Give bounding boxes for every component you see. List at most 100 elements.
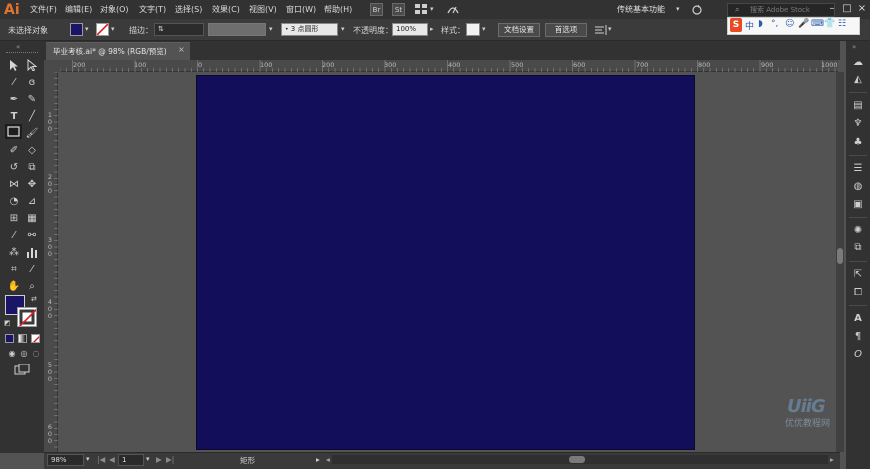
brush-definition-field[interactable]: • 3 点圆形 — [281, 23, 338, 36]
stock-badge[interactable]: St — [392, 3, 405, 16]
panel-collapse-icon[interactable]: « — [16, 43, 20, 51]
chevron-down-icon[interactable]: ▾ — [146, 455, 150, 463]
slice-tool-icon[interactable]: ⁄ — [24, 263, 40, 277]
magic-wand-tool-icon[interactable]: ⁄ — [6, 76, 22, 90]
sync-settings-icon[interactable] — [690, 4, 704, 16]
color-guide-icon[interactable]: ▤ — [851, 99, 865, 113]
width-tool-icon[interactable]: ⋈ — [6, 178, 22, 192]
draw-inside-icon[interactable]: ◌ — [28, 347, 44, 361]
ime-toolbox-icon[interactable]: ☷ — [838, 19, 846, 29]
blend-tool-icon[interactable]: ⚯ — [24, 229, 40, 243]
variable-width-profile[interactable] — [208, 23, 266, 36]
sogou-logo-icon[interactable]: S — [730, 18, 742, 32]
color-mode-icon[interactable] — [5, 334, 14, 343]
ime-voice-icon[interactable]: 🎤 — [798, 19, 809, 29]
export-asset-icon[interactable]: ⇱ — [851, 268, 865, 282]
menu-select[interactable]: 选择(S) — [175, 4, 202, 15]
menu-help[interactable]: 帮助(H) — [324, 4, 352, 15]
chevron-right-icon[interactable]: ▸ — [430, 25, 434, 33]
line-segment-tool-icon[interactable]: ╱ — [24, 110, 40, 124]
stroke-weight-field[interactable]: ⇅ — [154, 23, 204, 36]
gpu-performance-icon[interactable] — [446, 3, 460, 15]
stepper-icon[interactable]: ⇅ — [158, 25, 164, 33]
none-mode-icon[interactable] — [31, 334, 40, 343]
chevron-down-icon[interactable]: ▾ — [269, 25, 273, 33]
column-graph-tool-icon[interactable] — [24, 246, 40, 260]
status-menu-icon[interactable]: ▸ — [316, 455, 320, 464]
chevron-down-icon[interactable]: ▾ — [676, 5, 680, 13]
ime-keyboard-icon[interactable]: ⌨ — [811, 19, 824, 29]
scroll-left-icon[interactable]: ◂ — [326, 455, 330, 464]
direct-selection-tool-icon[interactable] — [24, 58, 40, 73]
mesh-tool-icon[interactable]: ⊞ — [6, 212, 22, 226]
type-tool-icon[interactable]: T — [6, 110, 22, 124]
paragraph-icon[interactable]: ¶ — [851, 330, 865, 344]
appearance-icon[interactable]: ◍ — [851, 180, 865, 194]
arrange-documents-icon[interactable] — [414, 3, 428, 15]
artboard-number-field[interactable]: 1 — [118, 454, 144, 466]
perspective-grid-tool-icon[interactable]: ⊿ — [24, 195, 40, 209]
scale-tool-icon[interactable]: ⧉ — [24, 161, 40, 175]
character-icon[interactable]: A — [851, 312, 865, 326]
screen-mode-icon[interactable] — [14, 363, 30, 378]
graphic-style-swatch[interactable] — [466, 23, 480, 36]
chevron-down-icon[interactable]: ▾ — [341, 25, 345, 33]
rectangle-tool-icon[interactable] — [5, 124, 22, 139]
stroke-panel-icon[interactable]: ☰ — [851, 162, 865, 176]
libraries-icon[interactable]: ☁ — [851, 56, 865, 70]
zoom-level-field[interactable]: 98% — [47, 454, 84, 466]
chevron-down-icon[interactable]: ▾ — [430, 5, 434, 13]
menu-view[interactable]: 视图(V) — [249, 4, 277, 15]
preferences-button[interactable]: 首选项 — [545, 23, 587, 37]
vertical-scroll-thumb[interactable] — [837, 248, 843, 264]
default-fill-stroke-icon[interactable]: ◩ — [4, 319, 11, 327]
layers-icon[interactable]: ⧉ — [851, 241, 865, 255]
document-setup-button[interactable]: 文档设置 — [498, 23, 540, 37]
maximize-icon[interactable]: □ — [841, 1, 853, 17]
brushes-icon[interactable]: ♆ — [851, 117, 865, 131]
ime-halfwidth-icon[interactable]: ◗ — [758, 19, 763, 29]
chevron-down-icon[interactable]: ▾ — [111, 25, 115, 33]
symbols-icon[interactable]: ♣ — [851, 136, 865, 150]
rotate-tool-icon[interactable]: ↺ — [6, 161, 22, 175]
close-icon[interactable]: × — [856, 1, 868, 17]
artboard-tool-icon[interactable]: ⌗ — [6, 263, 22, 277]
close-tab-icon[interactable]: × — [178, 45, 185, 54]
gradient-panel-icon[interactable]: ▣ — [851, 198, 865, 212]
last-artboard-icon[interactable]: ▶| — [166, 455, 174, 464]
shape-builder-tool-icon[interactable]: ◔ — [6, 195, 22, 209]
eraser-tool-icon[interactable]: ◇ — [24, 144, 40, 158]
panel-expand-icon[interactable]: » — [852, 43, 856, 51]
free-transform-tool-icon[interactable]: ✥ — [24, 178, 40, 192]
ime-punctuation-icon[interactable]: °, — [771, 19, 778, 29]
first-artboard-icon[interactable]: |◀ — [97, 455, 105, 464]
panel-grip[interactable] — [6, 52, 38, 55]
gradient-tool-icon[interactable]: ▦ — [24, 212, 40, 226]
stroke-swatch[interactable] — [96, 23, 109, 36]
artboards-panel-icon[interactable]: ⧠ — [851, 286, 865, 300]
stroke-color-box[interactable] — [17, 307, 37, 327]
ime-chinese-mode[interactable]: 中 — [745, 19, 754, 32]
opacity-field[interactable]: 100% — [392, 23, 428, 36]
menu-edit[interactable]: 编辑(E) — [65, 4, 92, 15]
swap-fill-stroke-icon[interactable]: ⇄ — [31, 295, 37, 303]
align-options-icon[interactable] — [594, 24, 608, 36]
shaper-tool-icon[interactable]: ✐ — [6, 144, 22, 158]
next-artboard-icon[interactable]: ▶ — [156, 455, 162, 464]
menu-object[interactable]: 对象(O) — [100, 4, 129, 15]
selection-tool-icon[interactable] — [6, 59, 22, 73]
zoom-tool-icon[interactable]: ⌕ — [24, 280, 40, 294]
chevron-down-icon[interactable]: ▾ — [482, 25, 486, 33]
artboard[interactable] — [196, 75, 695, 450]
workspace-switcher[interactable]: 传统基本功能 — [617, 4, 665, 15]
paintbrush-tool-icon[interactable]: 🖌 — [24, 127, 40, 141]
properties-icon[interactable]: ◭ — [851, 73, 865, 87]
chevron-down-icon[interactable]: ▾ — [608, 25, 612, 33]
horizontal-scroll-thumb[interactable] — [569, 456, 585, 463]
gradient-mode-icon[interactable] — [18, 334, 27, 343]
menu-file[interactable]: 文件(F) — [30, 4, 57, 15]
menu-window[interactable]: 窗口(W) — [286, 4, 316, 15]
chevron-down-icon[interactable]: ▾ — [86, 455, 90, 463]
previous-artboard-icon[interactable]: ◀ — [109, 455, 115, 464]
chevron-down-icon[interactable]: ▾ — [85, 25, 89, 33]
